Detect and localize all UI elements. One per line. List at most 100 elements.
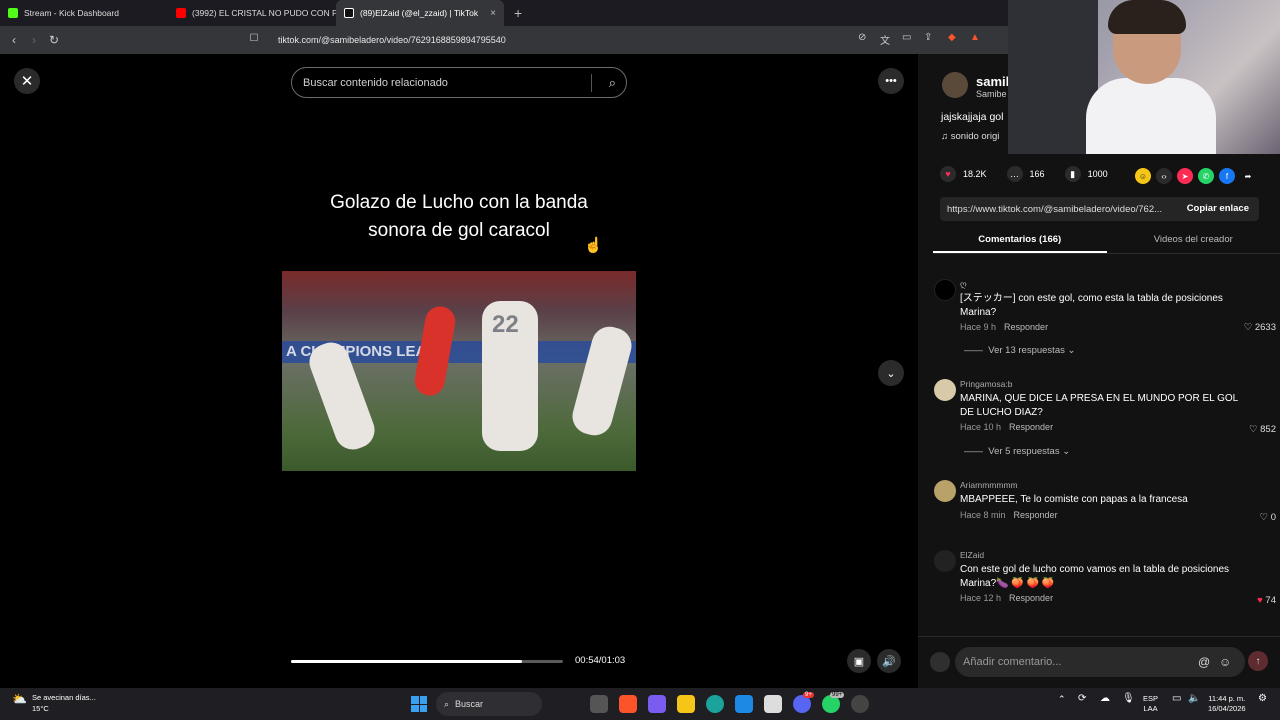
- facebook-icon[interactable]: f: [1219, 168, 1235, 184]
- whatsapp-badge: 99+: [830, 692, 845, 698]
- sync-icon[interactable]: ⟳: [1078, 694, 1086, 704]
- language-indicator[interactable]: ESP LAA: [1143, 694, 1158, 714]
- streamer-hair: [1108, 0, 1186, 34]
- weather-widget[interactable]: ⛅ Se avecinan días... 15°C: [12, 692, 96, 714]
- sound-link[interactable]: ♫ sonido origi: [941, 131, 999, 142]
- reply-button[interactable]: Responder: [1004, 322, 1048, 332]
- close-video-button[interactable]: ✕: [14, 68, 40, 94]
- chevron-up-icon[interactable]: ⌃: [1058, 694, 1066, 704]
- like-count: 18.2K: [963, 169, 987, 179]
- author-subname: Samibe: [976, 89, 1007, 99]
- video-frame: A CHAMPIONS LEAGU 22: [282, 271, 636, 471]
- search-divider: [591, 74, 592, 92]
- video-time: 00:54/01:03: [575, 655, 626, 666]
- comment-meta: Hace 12 h Responder: [960, 593, 1054, 603]
- clock[interactable]: 11:44 p. m. 16/04/2026: [1208, 694, 1246, 714]
- reply-button[interactable]: Responder: [1014, 510, 1058, 520]
- taskbar-search[interactable]: ⌕ Buscar: [436, 692, 542, 716]
- forward-icon[interactable]: ›: [24, 33, 44, 47]
- weather-icon: ⛅: [12, 692, 27, 706]
- view-replies-button[interactable]: —— Ver 13 respuestas ⌄: [964, 345, 1075, 356]
- comment-placeholder: Añadir comentario...: [963, 656, 1062, 668]
- edge-icon[interactable]: [706, 695, 724, 713]
- next-video-icon[interactable]: ⌄: [878, 360, 904, 386]
- bookmark-icon: ▮: [1064, 166, 1081, 182]
- store-icon[interactable]: [764, 695, 782, 713]
- share-icon[interactable]: ⇪: [924, 32, 932, 43]
- copy-link-button[interactable]: Copiar enlace: [1187, 203, 1249, 214]
- comment-user[interactable]: Ariammmmmm: [960, 480, 1018, 490]
- back-icon[interactable]: ‹: [4, 33, 24, 47]
- comment-button[interactable]: … 166: [1006, 166, 1045, 182]
- tab-creator-videos[interactable]: Videos del creador: [1107, 234, 1280, 253]
- whatsapp-icon[interactable]: ✆: [1198, 168, 1214, 184]
- new-tab-button[interactable]: +: [504, 5, 532, 21]
- notification-icon[interactable]: ⚙: [1258, 694, 1267, 704]
- jersey-number: 22: [492, 311, 519, 338]
- reply-button[interactable]: Responder: [1009, 422, 1053, 432]
- tab-tiktok[interactable]: (89)ElZaid (@el_zzaid) | TikTok ×: [336, 0, 504, 26]
- video-progress-bar[interactable]: [291, 660, 563, 663]
- tab-youtube[interactable]: (3992) EL CRISTAL NO PUDO CON PA: [168, 0, 336, 26]
- heart-icon: ♥: [940, 166, 956, 182]
- comment-text: [ステッカー] con este gol, como esta la tabla…: [960, 293, 1223, 318]
- pip-icon[interactable]: ▣: [847, 649, 871, 673]
- cloud-icon[interactable]: ☁: [1100, 694, 1110, 704]
- share-arrow-icon[interactable]: ➦: [1240, 168, 1256, 184]
- reply-button[interactable]: Responder: [1009, 593, 1053, 603]
- post-comment-button[interactable]: ↑: [1248, 651, 1268, 671]
- search-icon[interactable]: ⌕: [609, 75, 616, 91]
- comment-meta: Hace 10 h Responder: [960, 422, 1054, 432]
- comment-meta: Hace 9 h Responder: [960, 322, 1049, 332]
- speaker-icon[interactable]: 🔈: [1188, 694, 1200, 704]
- more-options-icon[interactable]: •••: [878, 68, 904, 94]
- brave-icon[interactable]: [619, 695, 637, 713]
- view-replies-button[interactable]: —— Ver 5 respuestas ⌄: [964, 446, 1070, 457]
- avatar[interactable]: [934, 480, 956, 502]
- webcam-overlay: [1008, 0, 1280, 154]
- obs-icon[interactable]: [851, 695, 869, 713]
- comment-user[interactable]: ElZaid: [960, 550, 984, 560]
- file-explorer-icon[interactable]: [677, 695, 695, 713]
- current-user-avatar: [930, 652, 950, 672]
- related-search-input[interactable]: Buscar contenido relacionado ⌕: [291, 67, 627, 98]
- tiktok-video-page: ✕ Buscar contenido relacionado ⌕ Golazo …: [0, 0, 1280, 688]
- embed-icon[interactable]: ‹›: [1156, 168, 1172, 184]
- avatar[interactable]: [934, 279, 956, 301]
- copilot-icon[interactable]: [648, 695, 666, 713]
- like-button[interactable]: ♥ 18.2K: [940, 166, 987, 182]
- comment-user[interactable]: Pringamosa:b: [960, 379, 1012, 389]
- translate-icon[interactable]: 文: [880, 32, 890, 47]
- mute-site-icon[interactable]: ⊘: [858, 32, 866, 43]
- author-avatar[interactable]: [942, 72, 968, 98]
- volume-icon[interactable]: 🔊: [877, 649, 901, 673]
- microphone-icon[interactable]: 🎙: [1122, 694, 1135, 704]
- close-tab-icon[interactable]: ×: [490, 8, 496, 19]
- avatar[interactable]: [934, 550, 956, 572]
- brave-rewards-icon[interactable]: ▲: [970, 32, 980, 43]
- network-icon[interactable]: ▭: [1172, 694, 1181, 704]
- mail-icon[interactable]: [735, 695, 753, 713]
- comment-likes[interactable]: ♡ 852: [1249, 424, 1276, 435]
- video-player[interactable]: Buscar contenido relacionado ⌕ Golazo de…: [282, 54, 636, 688]
- comment-likes[interactable]: ♡ 0: [1260, 512, 1276, 523]
- save-button[interactable]: ▮ 1000: [1064, 166, 1108, 182]
- tab-comments[interactable]: Comentarios (166): [933, 234, 1107, 253]
- task-view-icon[interactable]: [590, 695, 608, 713]
- emoji-icon[interactable]: ☺: [1219, 655, 1231, 669]
- mention-icon[interactable]: @: [1198, 655, 1210, 669]
- comment-user[interactable]: ღ: [960, 279, 967, 290]
- repost-icon[interactable]: ☺: [1135, 168, 1151, 184]
- reload-icon[interactable]: ↻: [44, 33, 64, 47]
- send-to-friends-icon[interactable]: ➤: [1177, 168, 1193, 184]
- comment-likes[interactable]: ♥ 74: [1257, 595, 1276, 606]
- brave-shield-icon[interactable]: ◆: [948, 32, 956, 43]
- cast-icon[interactable]: ▭: [902, 32, 911, 43]
- avatar[interactable]: [934, 379, 956, 401]
- comment-likes[interactable]: ♡ 2633: [1244, 322, 1276, 333]
- tab-kick[interactable]: Stream - Kick Dashboard: [0, 0, 168, 26]
- clock-time: 11:44 p. m.: [1208, 694, 1246, 703]
- comment-tabs: Comentarios (166) Videos del creador: [933, 234, 1280, 254]
- mouse-cursor-icon: ☝: [584, 237, 603, 254]
- start-icon[interactable]: [411, 696, 427, 712]
